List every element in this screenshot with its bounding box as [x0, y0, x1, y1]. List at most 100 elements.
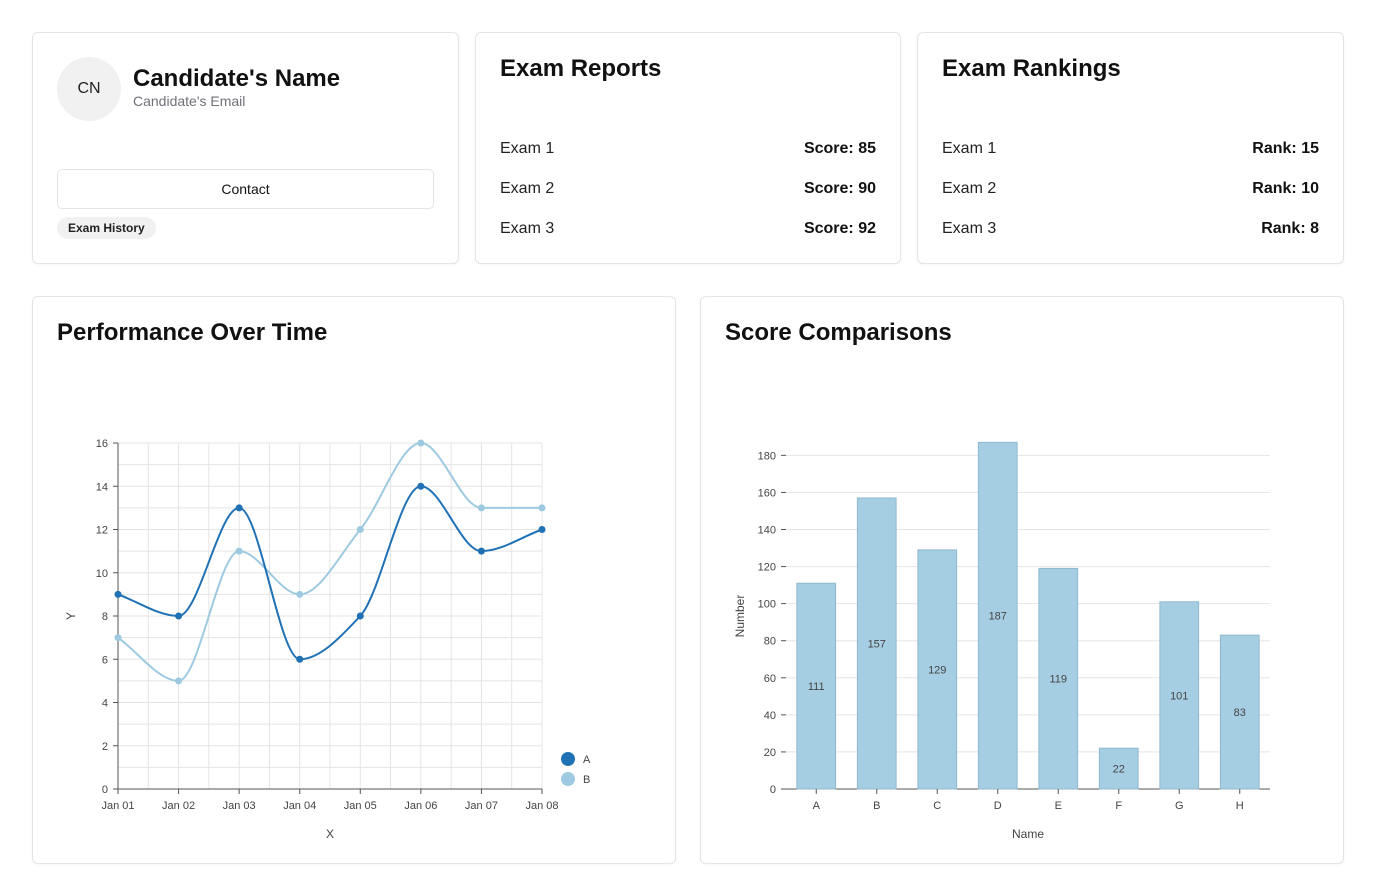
series-a-point [235, 504, 243, 512]
exam-rank: Rank: 8 [1261, 220, 1319, 237]
y-tick-label: 4 [102, 698, 108, 710]
exam-rankings-list: Exam 1 Rank: 15 Exam 2 Rank: 10 Exam 3 R… [942, 129, 1319, 249]
x-tick-label: Jan 04 [283, 800, 316, 812]
y-tick-label: 2 [102, 741, 108, 753]
series-b-point [356, 526, 364, 533]
y-tick-label: 6 [102, 654, 108, 666]
candidate-email: Candidate's Email [133, 93, 246, 109]
y-tick-label: 0 [770, 784, 776, 796]
exam-rank: Rank: 15 [1252, 140, 1319, 157]
x-tick-label: Jan 03 [223, 800, 256, 812]
y-tick-label: 60 [764, 673, 776, 685]
legend-swatch-b [561, 772, 575, 786]
bar-value-label: 22 [1113, 764, 1125, 776]
contact-button[interactable]: Contact [57, 169, 434, 209]
bar-value-label: 119 [1049, 674, 1067, 686]
x-axis-title: X [326, 827, 334, 841]
legend-swatch-a [561, 752, 575, 766]
exam-label: Exam 1 [500, 140, 555, 157]
y-tick-label: 12 [96, 525, 108, 537]
y-tick-label: 20 [764, 747, 776, 759]
series-b-point [175, 677, 183, 685]
y-tick-label: 40 [764, 710, 776, 722]
exam-rank: Rank: 10 [1252, 180, 1319, 197]
x-tick-label: Jan 01 [101, 800, 134, 812]
exam-label: Exam 2 [500, 180, 555, 197]
exam-ranking-row: Exam 2 Rank: 10 [942, 169, 1319, 209]
exam-reports-card: Exam Reports Exam 1 Score: 85 Exam 2 Sco… [475, 32, 901, 264]
exam-score: Score: 90 [803, 180, 876, 197]
exam-ranking-row: Exam 1 Rank: 15 [942, 129, 1319, 169]
bar-value-label: 111 [808, 681, 825, 693]
series-b-point [114, 634, 122, 642]
bar-value-label: 101 [1170, 690, 1188, 702]
exam-report-row: Exam 2 Score: 90 [500, 169, 876, 209]
exam-score: Score: 85 [803, 140, 876, 157]
x-tick-label: G [1175, 800, 1184, 812]
score-bar-chart: 0 20 40 60 80 100 120 140 160 180 111 A 157 B 129 C 187 D… [733, 441, 1270, 841]
y-tick-label: 120 [758, 562, 776, 574]
bar-value-label: 83 [1234, 707, 1246, 719]
y-axis-title: Number [733, 595, 747, 638]
series-b-point [235, 547, 243, 555]
exam-reports-title: Exam Reports [500, 55, 662, 82]
bar-value-label: 129 [928, 664, 946, 676]
series-b-point [296, 590, 304, 598]
y-tick-label: 16 [96, 438, 108, 450]
y-tick-label: 180 [758, 450, 776, 462]
x-tick-label: Jan 05 [344, 800, 377, 812]
x-tick-label: H [1236, 800, 1244, 812]
avatar: CN [57, 57, 121, 121]
series-a-point [538, 526, 546, 533]
series-b-point [477, 504, 485, 512]
series-b-point [538, 504, 546, 512]
y-tick-label: 14 [96, 481, 108, 493]
y-axis-title: Y [64, 612, 78, 620]
series-a-point [356, 612, 364, 620]
exam-label: Exam 3 [500, 220, 555, 237]
exam-label: Exam 2 [942, 180, 997, 197]
exam-history-badge[interactable]: Exam History [57, 217, 156, 239]
exam-label: Exam 3 [942, 220, 997, 237]
y-tick-label: 80 [764, 636, 776, 648]
y-tick-label: 140 [758, 524, 776, 536]
bar-value-label: 187 [989, 611, 1007, 623]
x-tick-label: Jan 08 [525, 800, 558, 812]
x-axis-title: Name [1012, 827, 1044, 841]
y-tick-label: 100 [758, 599, 776, 611]
y-tick-label: 10 [96, 568, 108, 580]
y-tick-label: 160 [758, 487, 776, 499]
candidate-name: Candidate's Name [133, 65, 341, 92]
series-a-point [175, 612, 183, 620]
y-tick-label: 0 [102, 784, 108, 796]
series-a-point [477, 547, 485, 555]
exam-rankings-title: Exam Rankings [942, 55, 1121, 82]
y-tick-label: 8 [102, 611, 108, 623]
exam-ranking-row: Exam 3 Rank: 8 [942, 209, 1319, 249]
legend-label: B [583, 774, 590, 786]
score-comparisons-card: Score Comparisons 0 20 40 60 80 100 120 140 160 1… [700, 296, 1344, 864]
series-b-point [417, 439, 425, 447]
exam-report-row: Exam 1 Score: 85 [500, 129, 876, 169]
x-tick-label: E [1055, 800, 1062, 812]
x-tick-label: D [994, 800, 1002, 812]
exam-report-row: Exam 3 Score: 92 [500, 209, 876, 249]
candidate-profile-card: CN Candidate's Name Candidate's Email Co… [32, 32, 459, 264]
performance-line-chart: 0 2 4 6 8 10 12 14 16 Jan 01 Jan 02 Jan 03 Jan 04 Jan… [64, 438, 591, 841]
x-tick-label: B [873, 800, 880, 812]
series-a-point [417, 482, 425, 490]
exam-label: Exam 1 [942, 140, 997, 157]
x-tick-label: Jan 02 [162, 800, 195, 812]
x-tick-label: Jan 07 [465, 800, 498, 812]
x-tick-label: A [813, 800, 821, 812]
exam-reports-list: Exam 1 Score: 85 Exam 2 Score: 90 Exam 3… [500, 129, 876, 249]
series-a-point [114, 590, 122, 598]
exam-score: Score: 92 [803, 220, 876, 237]
x-tick-label: Jan 06 [404, 800, 437, 812]
bar-value-label: 157 [868, 638, 886, 650]
x-tick-label: C [933, 800, 941, 812]
exam-rankings-card: Exam Rankings Exam 1 Rank: 15 Exam 2 Ran… [917, 32, 1344, 264]
series-a-point [296, 655, 304, 663]
x-tick-label: F [1115, 800, 1122, 812]
performance-card: Performance Over Time 0 2 4 6 8 10 12 14 16 Jan 0… [32, 296, 676, 864]
